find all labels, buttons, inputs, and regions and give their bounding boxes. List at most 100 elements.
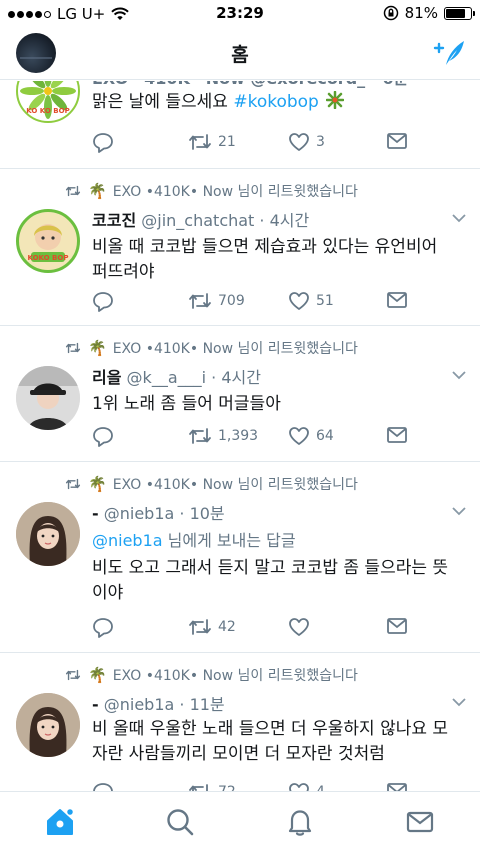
retweet-icon bbox=[189, 784, 208, 791]
avatar[interactable]: KO KO BOP bbox=[16, 81, 80, 123]
tweet-author[interactable]: EXO •410K• Now @exorecord_ · 6분 bbox=[92, 81, 408, 89]
heart-icon bbox=[289, 618, 309, 636]
tweet[interactable]: 🌴 EXO •410K• Now 님이 리트윗했습니다 - @nieb1a · … bbox=[0, 653, 480, 791]
chevron-down-icon[interactable] bbox=[452, 506, 466, 516]
status-right: 81% bbox=[383, 4, 475, 22]
tweet[interactable]: 🌴 EXO •410K• Now 님이 리트윗했습니다 KOKO BOP 코코진… bbox=[0, 169, 480, 326]
retweeted-by-text[interactable]: EXO •410K• Now 님이 리트윗했습니다 bbox=[113, 181, 358, 201]
tweet-actions: 709 51 bbox=[92, 290, 430, 314]
heart-icon bbox=[289, 783, 309, 791]
retweet-small-icon bbox=[65, 669, 81, 681]
retweet-button[interactable]: 709 bbox=[188, 290, 245, 312]
like-button[interactable]: 3 bbox=[288, 131, 325, 153]
retweet-button[interactable]: 72 bbox=[188, 781, 236, 791]
retweet-button[interactable]: 42 bbox=[188, 616, 236, 638]
direct-message-button[interactable] bbox=[386, 131, 408, 151]
tweet[interactable]: KO KO BOP EXO •410K• Now @exorecord_ · 6… bbox=[0, 81, 480, 169]
tweet-author[interactable]: - @nieb1a · 10분 bbox=[92, 500, 225, 524]
reply-icon bbox=[93, 618, 113, 638]
like-button[interactable]: 64 bbox=[288, 425, 334, 447]
battery-icon bbox=[444, 6, 475, 20]
compose-tweet-icon[interactable] bbox=[432, 38, 466, 68]
retweeted-by-text[interactable]: EXO •410K• Now 님이 리트윗했습니다 bbox=[113, 665, 358, 685]
retweet-small-icon bbox=[65, 478, 81, 490]
tweet[interactable]: 🌴 EXO •410K• Now 님이 리트윗했습니다 - @nieb1a · … bbox=[0, 462, 480, 653]
reply-icon bbox=[93, 427, 113, 447]
retweet-attribution: 🌴 EXO •410K• Now 님이 리트윗했습니다 bbox=[64, 338, 358, 358]
reply-button[interactable] bbox=[92, 131, 114, 153]
handle-time[interactable]: @jin_chatchat · 4시간 bbox=[141, 211, 309, 230]
like-button[interactable]: 4 bbox=[288, 781, 325, 791]
tab-bar bbox=[0, 791, 480, 854]
tweet-author[interactable]: 리을 @k__a___i · 4시간 bbox=[92, 364, 261, 388]
tweet-author[interactable]: 코코진 @jin_chatchat · 4시간 bbox=[92, 207, 309, 231]
reply-context: @nieb1a 님에게 보내는 답글 bbox=[92, 528, 458, 553]
like-count: 64 bbox=[316, 428, 334, 444]
retweeted-by-text[interactable]: EXO •410K• Now 님이 리트윗했습니다 bbox=[113, 338, 358, 358]
reply-button[interactable] bbox=[92, 290, 114, 312]
retweet-attribution: 🌴 EXO •410K• Now 님이 리트윗했습니다 bbox=[64, 474, 358, 494]
reply-icon bbox=[93, 292, 113, 312]
like-button[interactable] bbox=[288, 616, 316, 638]
palm-tree-emoji-icon: 🌴 bbox=[88, 339, 107, 357]
handle-time[interactable]: @k__a___i · 4시간 bbox=[127, 368, 261, 387]
notifications-icon[interactable] bbox=[284, 806, 316, 838]
heart-icon bbox=[289, 133, 309, 151]
search-icon[interactable] bbox=[164, 806, 196, 838]
retweet-small-icon bbox=[65, 185, 81, 197]
reply-icon bbox=[93, 133, 113, 153]
mail-icon bbox=[387, 427, 407, 443]
handle-time[interactable]: @nieb1a · 10분 bbox=[104, 504, 225, 523]
home-icon[interactable] bbox=[44, 806, 76, 838]
avatar[interactable]: KOKO BOP bbox=[16, 209, 80, 273]
retweet-icon bbox=[189, 293, 211, 309]
palm-tree-emoji-icon: 🌴 bbox=[88, 182, 107, 200]
reply-button[interactable] bbox=[92, 616, 114, 638]
like-count: 3 bbox=[316, 134, 325, 150]
heart-icon bbox=[289, 292, 309, 310]
reply-button[interactable] bbox=[92, 425, 114, 447]
display-name[interactable]: 리을 bbox=[92, 368, 121, 387]
avatar-photo-icon bbox=[16, 502, 80, 566]
avatar[interactable] bbox=[16, 366, 80, 430]
like-button[interactable]: 51 bbox=[288, 290, 334, 312]
direct-message-button[interactable] bbox=[386, 290, 408, 310]
tweet-actions: 1,393 64 bbox=[92, 425, 430, 449]
retweet-button[interactable]: 1,393 bbox=[188, 425, 258, 447]
reply-button[interactable] bbox=[92, 781, 114, 791]
retweet-attribution: 🌴 EXO •410K• Now 님이 리트윗했습니다 bbox=[64, 665, 358, 685]
messages-icon[interactable] bbox=[404, 806, 436, 838]
retweeted-by-text[interactable]: EXO •410K• Now 님이 리트윗했습니다 bbox=[113, 474, 358, 494]
retweet-count: 1,393 bbox=[218, 428, 259, 444]
top-nav: 홈 bbox=[0, 28, 480, 80]
retweet-button[interactable]: 21 bbox=[188, 131, 236, 153]
retweet-icon bbox=[189, 619, 211, 635]
retweet-count: 42 bbox=[218, 619, 236, 635]
svg-text:KOKO BOP: KOKO BOP bbox=[28, 254, 69, 262]
chevron-down-icon[interactable] bbox=[452, 213, 466, 223]
display-name[interactable]: - bbox=[92, 504, 99, 523]
hashtag-link[interactable]: #kokobop bbox=[233, 92, 319, 112]
palm-tree-emoji-icon: 🌴 bbox=[88, 475, 107, 493]
tweet-text: 비올 때 코코밥 들으면 제습효과 있다는 유언비어 퍼뜨려야 bbox=[92, 237, 438, 282]
avatar[interactable] bbox=[16, 693, 80, 757]
retweet-count: 709 bbox=[218, 293, 245, 309]
battery-percent: 81% bbox=[404, 4, 438, 22]
reply-to-handle[interactable]: @nieb1a bbox=[92, 531, 163, 550]
like-count: 4 bbox=[316, 784, 325, 791]
avatar[interactable] bbox=[16, 502, 80, 566]
chevron-down-icon[interactable] bbox=[452, 370, 466, 380]
tweet-author[interactable]: - @nieb1a · 11분 bbox=[92, 691, 225, 715]
status-bar: LG U+ 23:29 81% bbox=[0, 0, 480, 28]
timeline[interactable]: KO KO BOP EXO •410K• Now @exorecord_ · 6… bbox=[0, 81, 480, 791]
tweet[interactable]: 🌴 EXO •410K• Now 님이 리트윗했습니다 리을 @k__a___i… bbox=[0, 326, 480, 462]
handle-time[interactable]: @nieb1a · 11분 bbox=[104, 695, 225, 714]
direct-message-button[interactable] bbox=[386, 616, 408, 636]
mail-icon bbox=[387, 292, 407, 308]
display-name[interactable]: - bbox=[92, 695, 99, 714]
direct-message-button[interactable] bbox=[386, 425, 408, 445]
tweet-text: 맑은 날에 들으세요 #kokobop bbox=[92, 90, 458, 115]
chevron-down-icon[interactable] bbox=[452, 697, 466, 707]
display-name[interactable]: 코코진 bbox=[92, 211, 136, 230]
direct-message-button[interactable] bbox=[386, 781, 408, 791]
